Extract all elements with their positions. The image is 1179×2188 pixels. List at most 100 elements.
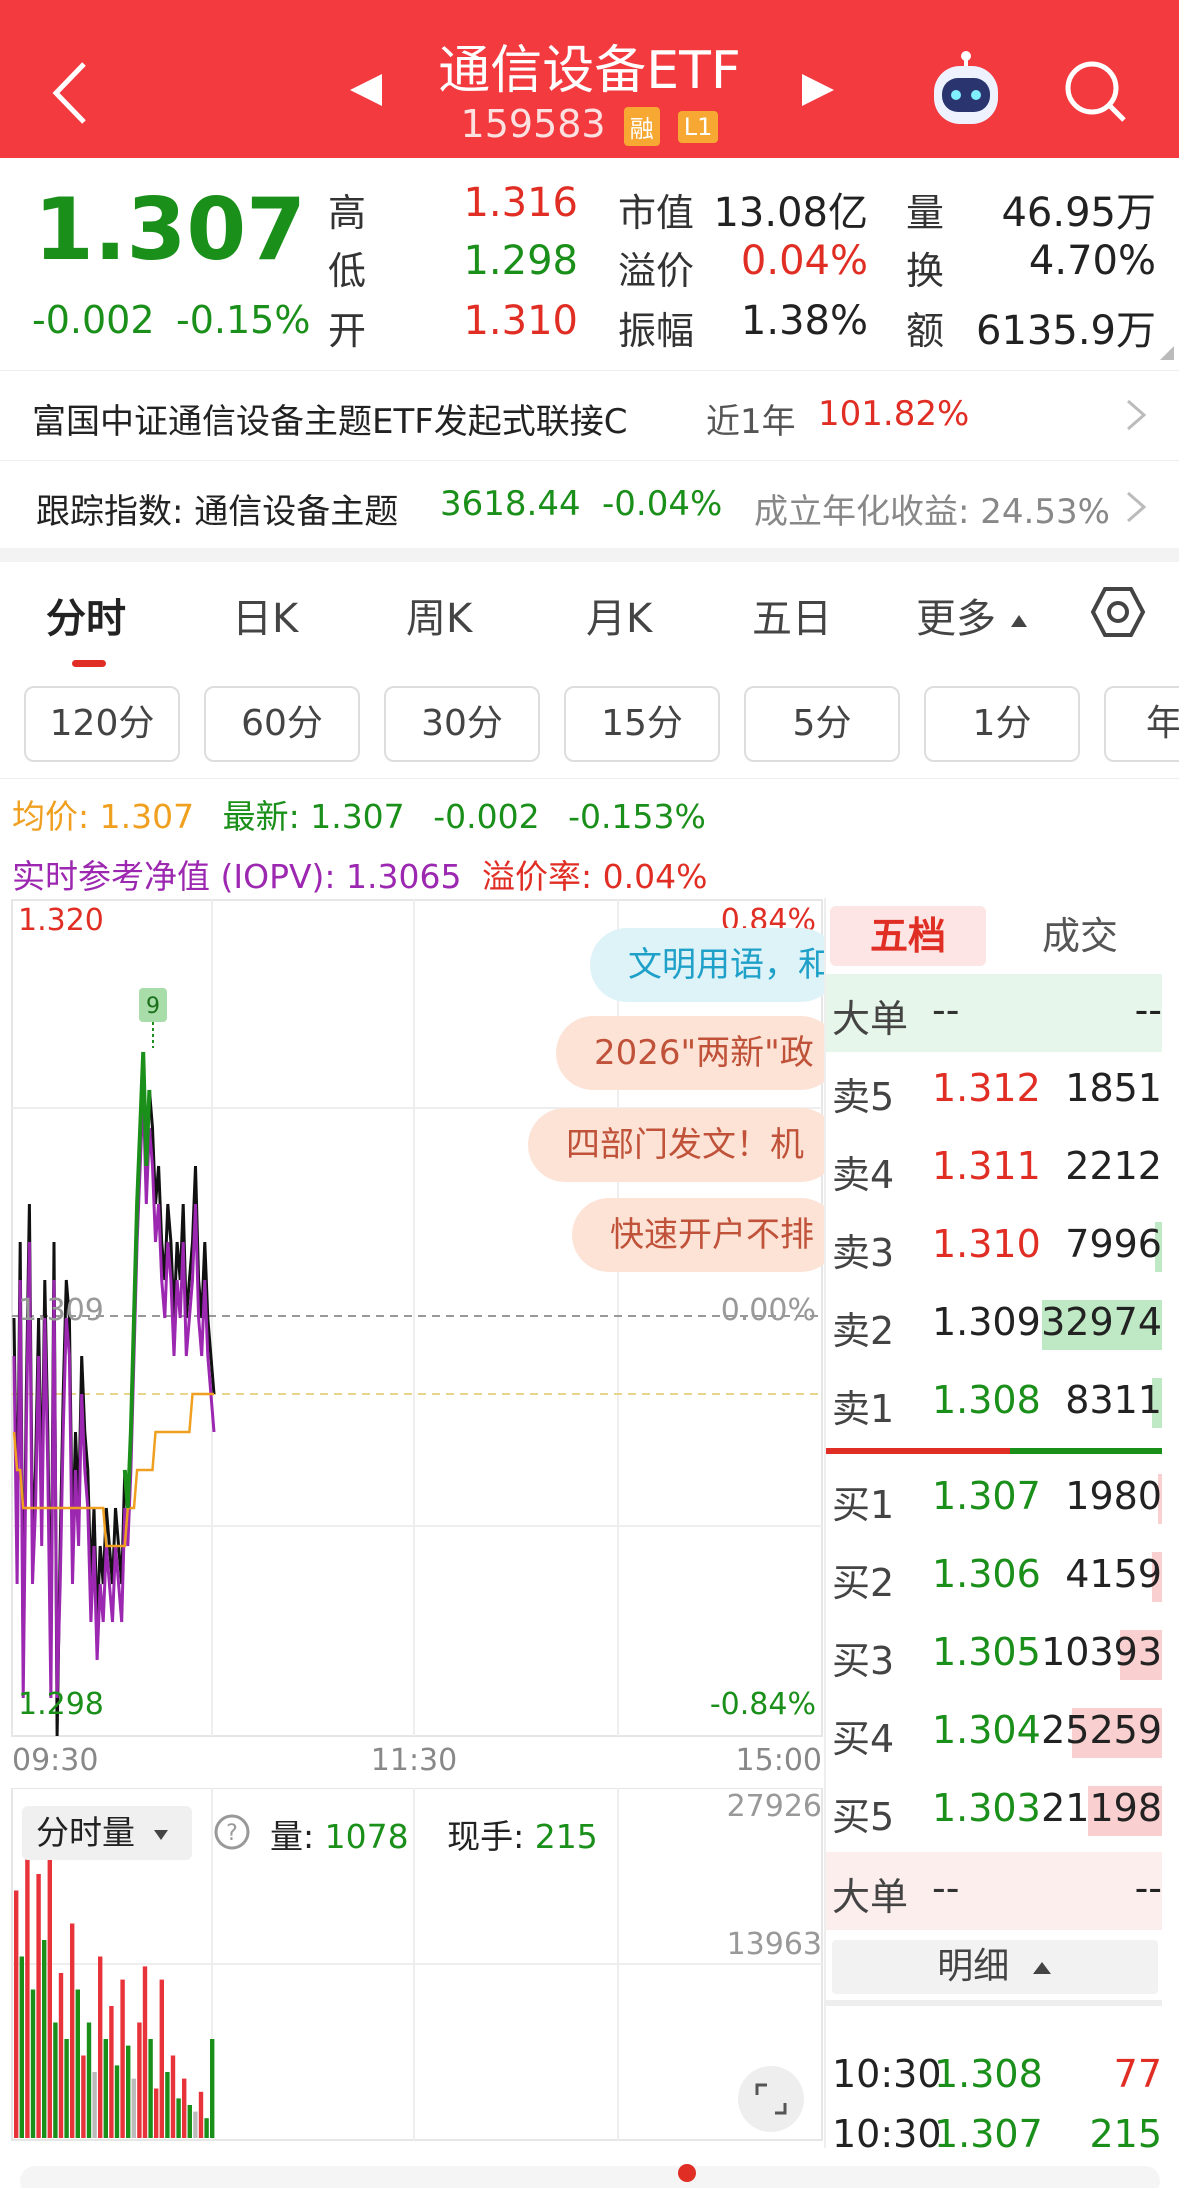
level-label: 卖1 — [832, 1387, 895, 1431]
tracking-index-row[interactable]: 跟踪指数: 通信设备主题 3618.44 -0.04% 成立年化收益: 24.5… — [0, 462, 1179, 548]
volume-bar — [170, 2055, 176, 2138]
turnover-value: 4.70% — [1028, 238, 1156, 284]
bid-level-4[interactable]: 买4 1.304 25259 — [826, 1694, 1162, 1772]
bid-level-2[interactable]: 买2 1.306 4159 — [826, 1538, 1162, 1616]
ask-level-3[interactable]: 卖3 1.310 7996 — [826, 1208, 1162, 1286]
tab-trades[interactable]: 成交 — [1000, 906, 1160, 966]
volume-bar — [131, 2078, 136, 2138]
fullscreen-button[interactable] — [738, 2066, 804, 2132]
volume-bar — [154, 2088, 159, 2138]
tab-order-book[interactable]: 五档 — [830, 906, 986, 966]
big-order-label-bottom: 大单 — [832, 1875, 909, 1919]
level-volume: 1851 — [1065, 1066, 1162, 1110]
active-tab-indicator — [72, 660, 106, 667]
y-mid-label: 1.309 — [18, 1293, 104, 1328]
news-pill[interactable]: 四部门发文！机 — [528, 1108, 826, 1182]
low-label: 低 — [328, 249, 367, 293]
period-5min[interactable]: 5分 — [744, 686, 900, 762]
period-1min[interactable]: 1分 — [924, 686, 1080, 762]
open-label: 开 — [328, 309, 367, 353]
ask-level-5[interactable]: 卖1 1.308 8311 — [826, 1364, 1162, 1442]
big-order-label: 大单 — [832, 997, 909, 1041]
settings-hexagon-icon[interactable] — [1090, 584, 1146, 640]
tab-monthly-k[interactable]: 月K — [586, 586, 652, 644]
volume-bar — [120, 1979, 125, 2138]
amplitude-value: 1.38% — [740, 298, 868, 344]
level-label: 买2 — [832, 1561, 895, 1605]
avg-label: 均价: — [12, 797, 100, 836]
volume-value: 46.95万 — [1001, 190, 1156, 236]
linked-fund-name: 富国中证通信设备主题ETF发起式联接C — [32, 402, 628, 442]
level-price: 1.305 — [932, 1630, 1041, 1674]
bid-level-1[interactable]: 买1 1.307 1980 — [826, 1460, 1162, 1538]
period-year[interactable]: 年 — [1104, 686, 1179, 762]
pct-mid-label: 0.00% — [721, 1293, 816, 1328]
level-price: 1.308 — [932, 1378, 1041, 1422]
volume-bar — [159, 1979, 164, 2138]
level-volume: 2212 — [1065, 1144, 1162, 1188]
ask-level-1[interactable]: 卖5 1.312 1851 — [826, 1052, 1162, 1130]
robot-assistant-icon[interactable] — [928, 50, 1004, 130]
volume-bar — [81, 2055, 86, 2138]
volume-bar — [42, 1940, 47, 2138]
next-stock-icon[interactable] — [800, 72, 836, 108]
expand-corner-icon[interactable] — [1160, 346, 1174, 360]
volume-info: 量: 1078 现手: 215 — [270, 1810, 598, 1858]
trade-list-clip — [826, 2000, 1162, 2006]
y-max-label: 1.320 — [18, 903, 104, 938]
ask-level-4[interactable]: 卖2 1.309 32974 — [826, 1286, 1162, 1364]
premium-label: 溢价 — [618, 249, 695, 293]
tab-five-day[interactable]: 五日 — [752, 586, 832, 644]
volume-bar — [109, 2006, 114, 2138]
level-volume: 8311 — [1065, 1378, 1162, 1422]
volume-max-label: 27926 — [727, 1789, 822, 1824]
avg-value: 1.307 — [99, 797, 195, 836]
volume-bar — [92, 2072, 97, 2138]
volume-value: 1078 — [324, 1817, 409, 1856]
period-60min[interactable]: 60分 — [204, 686, 360, 762]
news-pill[interactable]: 2026"两新"政 — [556, 1016, 826, 1090]
bid-level-3[interactable]: 买3 1.305 10393 — [826, 1616, 1162, 1694]
x-label-noon: 11:30 — [371, 1743, 457, 1778]
news-pill[interactable]: 快速开户不排 — [572, 1198, 826, 1272]
tab-intraday[interactable]: 分时 — [46, 586, 126, 644]
tab-daily-k[interactable]: 日K — [232, 586, 298, 644]
level-label: 买1 — [832, 1483, 895, 1527]
latest-value: 1.307 — [310, 797, 405, 836]
period-30min[interactable]: 30分 — [384, 686, 540, 762]
ask-level-2[interactable]: 卖4 1.311 2212 — [826, 1130, 1162, 1208]
tab-more[interactable]: 更多 — [916, 586, 1029, 644]
iopv-info-line: 实时参考净值 (IOPV): 1.3065 溢价率: 0.04% — [12, 850, 707, 898]
volume-bar — [47, 1824, 52, 2138]
volume-type-select[interactable]: 分时量 — [22, 1806, 192, 1860]
caret-down-icon — [153, 1829, 168, 1840]
fund-period: 近1年 — [706, 402, 796, 442]
volume-bar — [126, 2045, 131, 2138]
big-order-row-bottom: 大单 -- -- — [826, 1852, 1162, 1930]
volume-bars-group — [14, 1824, 215, 2138]
iopv-label: 实时参考净值 (IOPV): — [12, 857, 347, 896]
high-value: 1.316 — [463, 180, 578, 226]
level-price: 1.306 — [932, 1552, 1041, 1596]
level-price: 1.304 — [932, 1708, 1041, 1752]
period-15min[interactable]: 15分 — [564, 686, 720, 762]
bid-level-5[interactable]: 买5 1.303 21198 — [826, 1772, 1162, 1850]
high-label: 高 — [328, 191, 367, 235]
volume-bar — [142, 1966, 148, 2138]
help-icon[interactable]: ? — [212, 1812, 252, 1852]
linked-fund-row[interactable]: 富国中证通信设备主题ETF发起式联接C 近1年 101.82% — [0, 372, 1179, 458]
period-120min[interactable]: 120分 — [24, 686, 180, 762]
level-volume: 7996 — [1065, 1222, 1162, 1266]
level-label: 买5 — [832, 1795, 895, 1839]
volume-label: 量 — [906, 191, 945, 235]
mktcap-value: 13.08亿 — [713, 190, 868, 236]
search-icon[interactable] — [1062, 58, 1130, 126]
big-order-bottom-value2: -- — [1134, 1866, 1162, 1910]
level-price: 1.303 — [932, 1786, 1041, 1830]
tab-weekly-k[interactable]: 周K — [406, 586, 472, 644]
volume-bar — [75, 1989, 80, 2138]
level-label: 买3 — [832, 1639, 895, 1683]
level-label: 卖3 — [832, 1231, 895, 1275]
news-pill[interactable]: 文明用语，和 — [590, 928, 826, 1002]
detail-toggle[interactable]: 明细 — [832, 1940, 1158, 1994]
